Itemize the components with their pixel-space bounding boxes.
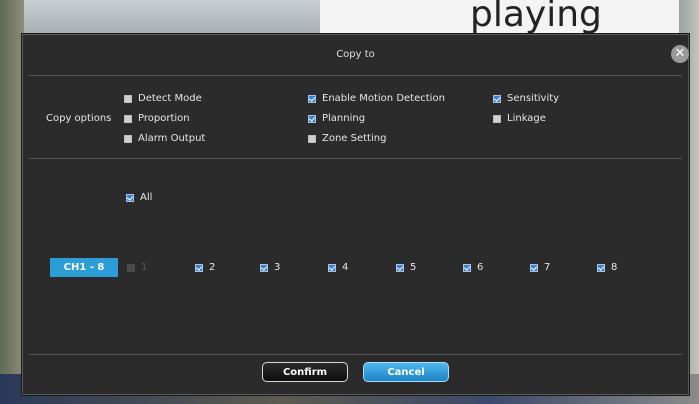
option-alarm-output[interactable]: Alarm Output [124,133,205,144]
channel-6[interactable]: 6 [463,262,483,273]
close-icon[interactable]: ✕ [671,45,689,63]
channel-group-button[interactable]: CH1 - 8 [50,258,118,277]
divider-middle [29,158,682,159]
channel-8[interactable]: 8 [597,262,617,273]
channel-3[interactable]: 3 [260,262,280,273]
checkbox[interactable] [328,263,336,272]
option-linkage[interactable]: Linkage [493,113,546,124]
checkbox[interactable] [308,94,316,103]
option-label: Zone Setting [322,133,387,144]
checkbox[interactable] [195,263,203,272]
cancel-button[interactable]: Cancel [363,362,449,382]
checkbox[interactable] [530,263,538,272]
option-proportion[interactable]: Proportion [124,113,190,124]
option-label: Linkage [507,113,546,124]
channel-label: 1 [141,262,148,273]
option-label: Enable Motion Detection [322,93,445,104]
background-sign-text: playing [470,0,602,35]
background-left-wall [0,0,24,404]
channel-4[interactable]: 4 [328,262,348,273]
option-zone-setting[interactable]: Zone Setting [308,133,386,144]
option-label: Detect Mode [138,93,202,104]
channel-label: 3 [274,262,281,273]
divider-top [29,75,682,76]
option-sensitivity[interactable]: Sensitivity [493,93,559,104]
checkbox[interactable] [308,134,316,143]
confirm-button[interactable]: Confirm [262,362,348,382]
channel-7[interactable]: 7 [530,262,550,273]
option-label: Proportion [138,113,190,124]
checkbox[interactable] [597,263,605,272]
checkbox[interactable] [493,94,501,103]
checkbox[interactable] [463,263,471,272]
option-enable-motion-detection[interactable]: Enable Motion Detection [308,93,445,104]
checkbox[interactable] [126,193,134,202]
channel-all[interactable]: All [126,192,152,203]
checkbox[interactable] [493,114,501,123]
checkbox[interactable] [124,114,132,123]
checkbox[interactable] [308,114,316,123]
option-planning[interactable]: Planning [308,113,365,124]
channel-label: 2 [209,262,216,273]
dialog-title: Copy to [336,49,375,60]
channel-all-label: All [140,192,153,203]
divider-bottom [29,354,682,355]
copy-to-dialog: Copy to ✕ Copy options Detect Mode Enabl… [22,34,689,395]
channel-label: 7 [544,262,551,273]
channel-label: 8 [611,262,618,273]
option-detect-mode[interactable]: Detect Mode [124,93,202,104]
channel-1: 1 [127,262,147,273]
checkbox[interactable] [124,134,132,143]
channel-label: 5 [410,262,417,273]
channel-2[interactable]: 2 [195,262,215,273]
checkbox[interactable] [260,263,268,272]
checkbox[interactable] [396,263,404,272]
checkbox [127,263,135,272]
channel-5[interactable]: 5 [396,262,416,273]
option-label: Sensitivity [507,93,560,104]
copy-options-label: Copy options [46,113,112,124]
checkbox[interactable] [124,94,132,103]
channel-label: 6 [477,262,484,273]
channel-label: 4 [342,262,349,273]
option-label: Alarm Output [138,133,206,144]
option-label: Planning [322,113,366,124]
